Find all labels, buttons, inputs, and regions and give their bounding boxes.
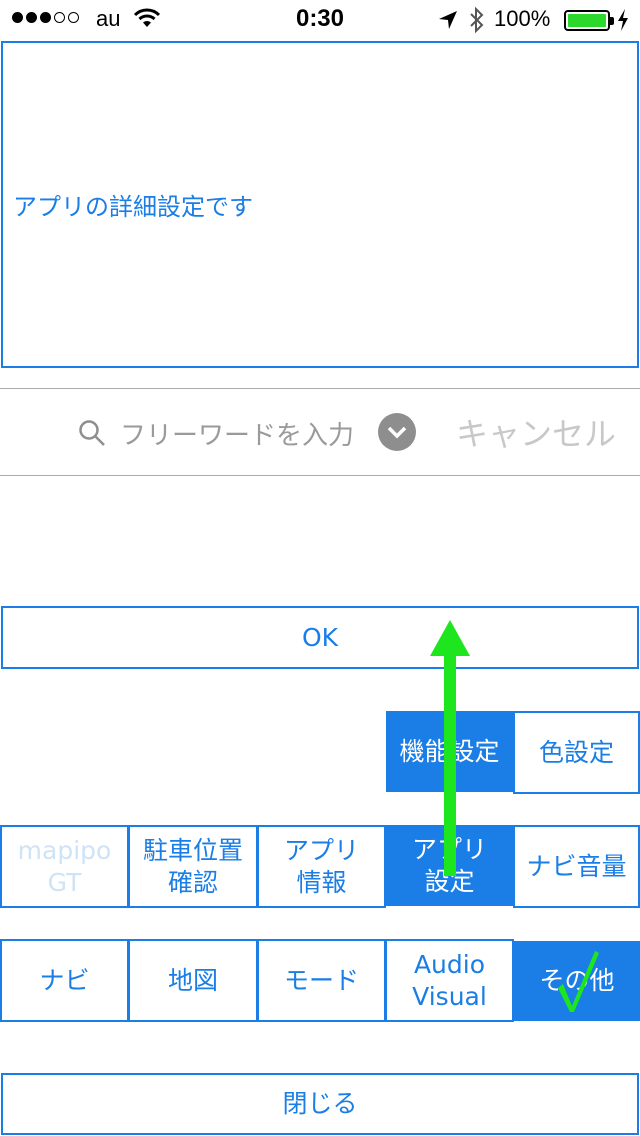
app-info-button[interactable]: アプリ 情報 (257, 825, 386, 908)
ok-label: OK (301, 622, 339, 652)
function-settings-button[interactable]: 機能設定 (386, 711, 513, 792)
battery-percent: 100% (494, 6, 551, 31)
navi-label: ナビ (39, 965, 90, 995)
description-panel: アプリの詳細設定です (1, 41, 639, 368)
mapipo-label-line2: GT (47, 867, 82, 897)
app-info-label-line2: 情報 (296, 867, 347, 897)
function-settings-label: 機能設定 (399, 736, 500, 766)
close-button[interactable]: 閉じる (1, 1073, 639, 1135)
color-settings-label: 色設定 (538, 737, 614, 767)
cancel-button[interactable]: キャンセル (456, 409, 616, 455)
navi-volume-button[interactable]: ナビ音量 (513, 825, 640, 908)
map-label: 地図 (167, 965, 218, 995)
search-bar: フリーワードを入力 キャンセル (0, 388, 640, 476)
search-input[interactable]: フリーワードを入力 (120, 415, 354, 452)
status-bar: au 0:30 100% (0, 0, 640, 40)
battery-icon (564, 10, 614, 31)
location-arrow-icon (439, 11, 457, 29)
av-label-line2: Visual (412, 981, 487, 1011)
app-settings-label-line1: アプリ (411, 834, 487, 864)
app-settings-label-line2: 設定 (424, 866, 475, 896)
description-text: アプリの詳細設定です (13, 193, 253, 221)
mode-label: モード (283, 965, 359, 995)
mapipo-gt-button[interactable]: mapipo GT (0, 825, 129, 908)
parking-label-line1: 駐車位置 (142, 835, 243, 865)
app-settings-button[interactable]: アプリ 設定 (386, 825, 513, 906)
av-label-line1: Audio (413, 949, 486, 979)
ok-button[interactable]: OK (1, 606, 639, 669)
mode-button[interactable]: モード (257, 939, 386, 1022)
audio-visual-button[interactable]: Audio Visual (385, 939, 514, 1022)
charging-bolt-icon (618, 9, 628, 31)
app-info-label-line1: アプリ (283, 835, 359, 865)
other-label: その他 (539, 966, 615, 995)
other-button[interactable]: その他 (514, 941, 640, 1021)
parking-label-line2: 確認 (167, 867, 218, 897)
navi-volume-label: ナビ音量 (526, 851, 627, 881)
search-icon (79, 420, 105, 446)
map-button[interactable]: 地図 (128, 939, 258, 1022)
navi-button[interactable]: ナビ (0, 939, 129, 1022)
bluetooth-icon (470, 6, 484, 34)
parking-position-button[interactable]: 駐車位置 確認 (128, 825, 258, 908)
mapipo-label-line1: mapipo (17, 835, 112, 865)
close-label: 閉じる (282, 1089, 358, 1118)
color-settings-button[interactable]: 色設定 (513, 711, 640, 794)
chevron-down-icon[interactable] (378, 413, 416, 451)
